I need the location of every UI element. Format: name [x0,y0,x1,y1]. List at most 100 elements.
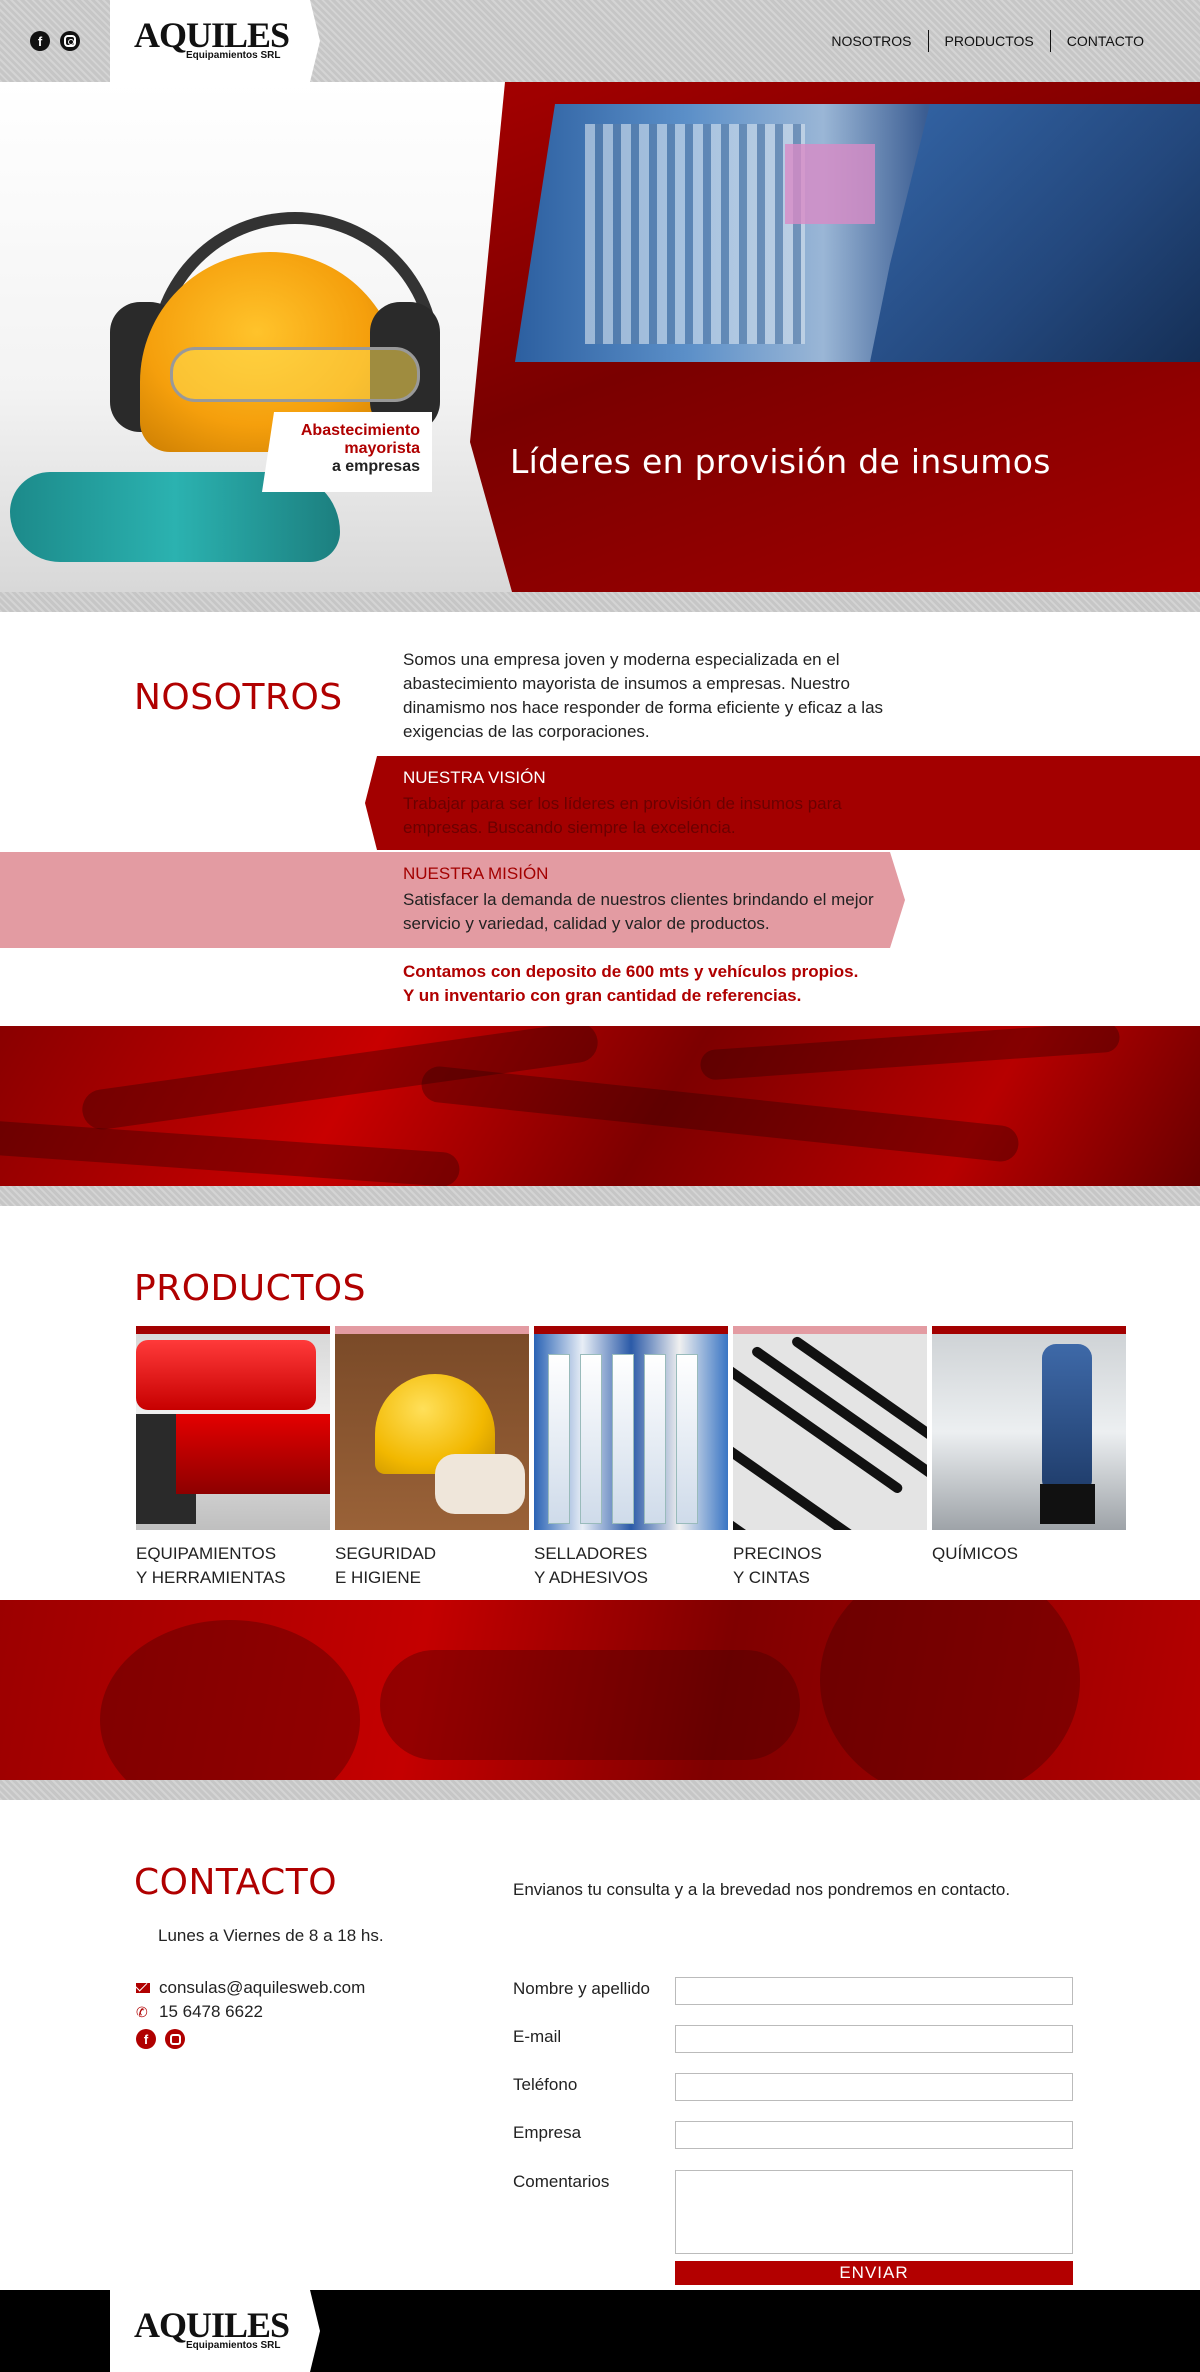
product-label-line: Y ADHESIVOS [534,1568,649,1587]
product-grid: EQUIPAMIENTOS Y HERRAMIENTAS SEGURIDAD E… [136,1326,1126,1596]
mision-box: NUESTRA MISIÓN Satisfacer la demanda de … [0,852,905,948]
safety-glasses-image [170,347,420,402]
product-label[interactable]: EQUIPAMIENTOS Y HERRAMIENTAS [136,1542,330,1590]
badge-line: mayorista [344,440,420,457]
glove-shape [100,1620,360,1780]
product-label-line: SELLADORES [534,1544,648,1563]
site-header: f AQUILES Equipamientos SRL NOSOTROS PRO… [0,0,1200,82]
email-label: E-mail [513,2027,562,2046]
highlight-line: Y un inventario con gran cantidad de ref… [403,986,802,1005]
product-card-precintos[interactable]: PRECINOS Y CINTAS [733,1326,927,1590]
product-image[interactable] [534,1334,728,1530]
product-card-equipamientos[interactable]: EQUIPAMIENTOS Y HERRAMIENTAS [136,1326,330,1590]
product-label-line: E HIGIENE [335,1568,421,1587]
wrench-shape [0,1118,461,1186]
tool-shelf [585,124,805,344]
product-image[interactable] [932,1334,1126,1530]
product-bar [136,1326,330,1334]
nosotros-title: NOSOTROS [134,677,343,718]
company-field[interactable] [675,2121,1073,2149]
logo-subtitle: Equipamientos SRL [186,50,281,61]
divider-band [0,592,1200,612]
name-field[interactable] [675,1977,1073,2005]
hero-banner: Abastecimiento mayorista a empresas Líde… [0,82,1200,592]
badge-line: a empresas [331,458,420,475]
logo-name: AQUILES [134,2305,290,2345]
nav-productos[interactable]: PRODUCTOS [929,30,1050,52]
comments-label: Comentarios [513,2172,610,2191]
footer-logo[interactable]: AQUILES Equipamientos SRL [110,2290,320,2372]
mail-icon [136,1983,150,1993]
logo-subtitle: Equipamientos SRL [186,2340,281,2351]
nosotros-highlight: Contamos con deposito de 600 mts y vehíc… [403,960,963,1008]
instagram-icon[interactable] [165,2029,185,2049]
company-label: Empresa [513,2123,582,2142]
mision-text: Satisfacer la demanda de nuestros client… [403,890,874,933]
email-field[interactable] [675,2025,1073,2053]
badge-line: Abastecimiento [300,422,420,439]
product-label-line: SEGURIDAD [335,1544,437,1563]
product-label[interactable]: PRECINOS Y CINTAS [733,1542,927,1590]
hero-safety-image [0,82,520,592]
logo[interactable]: AQUILES Equipamientos SRL [110,0,320,82]
product-card-selladores[interactable]: SELLADORES Y ADHESIVOS [534,1326,728,1590]
productos-title: PRODUCTOS [134,1268,366,1309]
nav-contacto[interactable]: CONTACTO [1051,30,1160,52]
phone-icon: ✆ [136,2004,148,2020]
vision-label: NUESTRA VISIÓN [403,768,546,787]
email-text[interactable]: consulas@aquilesweb.com [159,1978,365,1998]
contact-phone[interactable]: ✆ 15 6478 6622 [136,2002,263,2022]
product-card-seguridad[interactable]: SEGURIDAD E HIGIENE [335,1326,529,1590]
hero-badge: Abastecimiento mayorista a empresas [262,412,432,492]
product-image[interactable] [335,1334,529,1530]
contact-email[interactable]: consulas@aquilesweb.com [136,1978,365,1998]
nav-nosotros[interactable]: NOSOTROS [815,30,927,52]
social-links: f [0,0,110,82]
phone-label: Teléfono [513,2075,578,2094]
product-label[interactable]: SEGURIDAD E HIGIENE [335,1542,529,1590]
product-image[interactable] [136,1334,330,1530]
product-label[interactable]: QUÍMICOS [932,1542,1126,1566]
product-label[interactable]: SELLADORES Y ADHESIVOS [534,1542,728,1590]
nosotros-intro: Somos una empresa joven y moderna especi… [403,650,884,741]
tools-image-band [0,1026,1200,1186]
divider-band [0,1186,1200,1206]
product-bar [932,1326,1126,1334]
product-label-line: Y HERRAMIENTAS [136,1568,286,1587]
hero-worker-photo [515,104,1200,362]
contact-social: f [136,2029,185,2049]
vision-text: Trabajar para ser los líderes en provisi… [403,794,842,837]
facebook-icon[interactable]: f [136,2029,156,2049]
comments-field[interactable] [675,2170,1073,2254]
contact-intro: Envianos tu consulta y a la brevedad nos… [513,1880,1011,1899]
name-label: Nombre y apellido [513,1979,651,1998]
product-bar [534,1326,728,1334]
ppe-image-band [0,1600,1200,1780]
divider-band [0,1780,1200,1800]
wrench-shape [699,1026,1121,1081]
instagram-icon[interactable] [60,31,80,51]
phone-text[interactable]: 15 6478 6622 [159,2002,263,2022]
logo-name: AQUILES [134,15,290,55]
highlight-line: Contamos con deposito de 600 mts y vehíc… [403,962,859,981]
phone-field[interactable] [675,2073,1073,2101]
earmuff-shape [820,1600,1080,1780]
business-hours: Lunes a Viernes de 8 a 18 hs. [158,1926,384,1945]
wrench-shape [419,1064,1021,1164]
mision-label: NUESTRA MISIÓN [403,864,549,883]
vision-box: NUESTRA VISIÓN Trabajar para ser los líd… [365,756,1200,850]
send-button[interactable]: ENVIAR [675,2261,1073,2285]
glasses-shape [380,1650,800,1760]
product-bar [733,1326,927,1334]
product-label-line: EQUIPAMIENTOS [136,1544,277,1563]
main-nav: NOSOTROS PRODUCTOS CONTACTO [815,30,1160,52]
product-image[interactable] [733,1334,927,1530]
product-label-line: QUÍMICOS [932,1544,1018,1563]
product-card-quimicos[interactable]: QUÍMICOS [932,1326,1126,1566]
hero-title: Líderes en provisión de insumos [510,442,1051,481]
facebook-icon[interactable]: f [30,31,50,51]
worker-figure [870,104,1200,362]
contacto-title: CONTACTO [134,1862,338,1903]
site-footer: AQUILES Equipamientos SRL [0,2290,1200,2372]
product-label-line: Y CINTAS [733,1568,810,1587]
